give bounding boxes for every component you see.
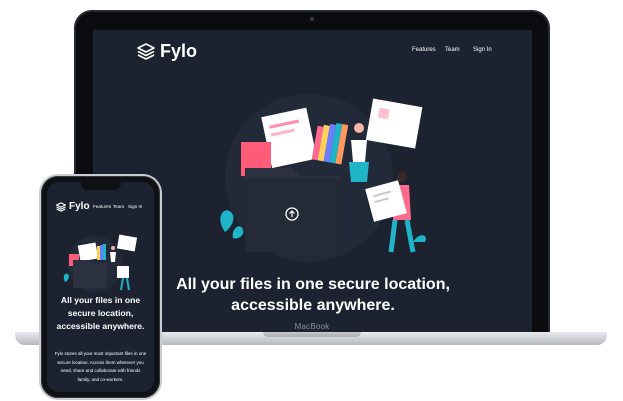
nav-sign-in-link[interactable]: Sign In bbox=[473, 47, 492, 53]
hero-heading: All your files in one secure location, a… bbox=[176, 276, 450, 314]
phone-notch bbox=[81, 182, 121, 190]
stacked-layers-icon bbox=[56, 201, 66, 212]
phone-screen: Fylo Features Team Sign In All your file… bbox=[47, 182, 154, 392]
phone-hero-heading: All your files in one secure location, a… bbox=[56, 295, 145, 331]
brand-name: Fylo bbox=[160, 41, 198, 61]
phone-nav-sign-in-link[interactable]: Sign In bbox=[128, 204, 142, 209]
phone-nav-features-link[interactable]: Features bbox=[93, 204, 111, 209]
macbook-label: MacBook bbox=[294, 322, 330, 331]
phone-nav-team-link[interactable]: Team bbox=[113, 204, 124, 209]
macbook-trackpad-notch bbox=[263, 332, 361, 337]
nav-features-link[interactable]: Features bbox=[412, 47, 436, 53]
phone-logo[interactable]: Fylo bbox=[56, 201, 90, 212]
phone-brand-name: Fylo bbox=[69, 201, 90, 212]
nav-team-link[interactable]: Team bbox=[445, 47, 460, 53]
phone-hero-illustration bbox=[63, 234, 138, 292]
logo[interactable]: Fylo bbox=[137, 41, 197, 62]
stacked-layers-icon bbox=[137, 43, 155, 60]
hero-illustration bbox=[220, 94, 426, 262]
phone-hero-description: Fylo stores all your most important file… bbox=[54, 351, 147, 382]
camera-icon bbox=[310, 17, 314, 21]
